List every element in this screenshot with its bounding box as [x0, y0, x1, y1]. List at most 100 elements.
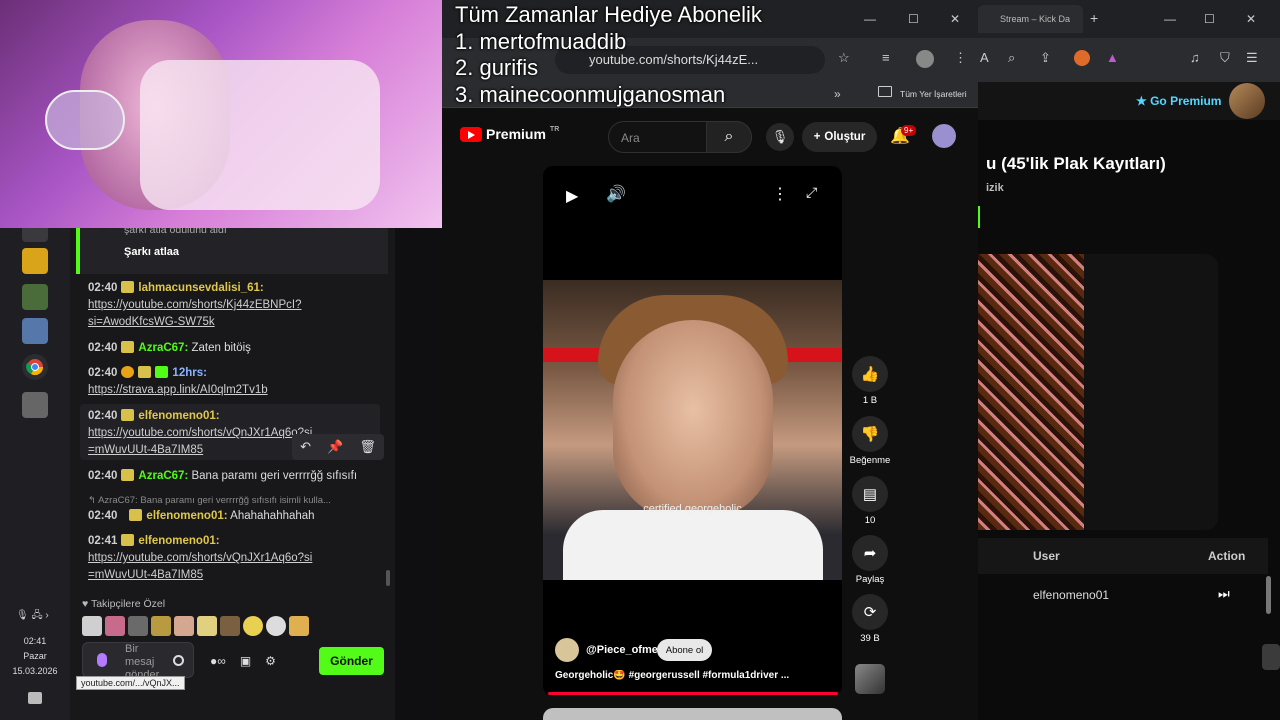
- msg-link[interactable]: https://youtube.com/shorts/vQnJXr1Aq6o?s…: [88, 550, 318, 584]
- maximize-icon[interactable]: ☐: [908, 12, 919, 26]
- youtube-avatar[interactable]: [932, 124, 956, 148]
- all-bookmarks[interactable]: Tüm Yer İşaretleri: [900, 89, 967, 99]
- share-icon[interactable]: ➦: [852, 535, 888, 571]
- create-button[interactable]: + Oluştur: [802, 122, 877, 152]
- chat-message[interactable]: 02:40 elfenomeno01: Ahahahahhahah: [88, 508, 388, 525]
- short-title[interactable]: Georgeholic🤩 #georgerussell #formula1dri…: [555, 670, 835, 681]
- msg-user[interactable]: lahmacunsevdalisi_61:: [138, 282, 263, 294]
- music-icon[interactable]: ♫: [1190, 50, 1200, 65]
- maximize-icon[interactable]: ☐: [1204, 12, 1215, 26]
- skip-icon[interactable]: ⏭: [1218, 586, 1230, 602]
- emote-icon[interactable]: [128, 616, 148, 636]
- chat-message[interactable]: 02:40 lahmacunsevdalisi_61: https://youtu…: [88, 280, 388, 331]
- channel-avatar[interactable]: [555, 638, 579, 662]
- kick-scrollbar[interactable]: [1266, 576, 1271, 614]
- zoom-icon[interactable]: ⌕: [1008, 50, 1015, 66]
- profile-icon[interactable]: [916, 50, 934, 68]
- kick-avatar[interactable]: [1229, 83, 1265, 119]
- emote-icon[interactable]: [243, 616, 263, 636]
- brave-icon[interactable]: [1074, 50, 1090, 66]
- recycle-bin-icon[interactable]: [22, 392, 48, 418]
- comment-icon[interactable]: ▤: [852, 476, 888, 512]
- taskbar-clock[interactable]: 02:41 Pazar 15.03.2026: [0, 634, 70, 679]
- share-action[interactable]: ➦ Paylaş: [848, 535, 892, 585]
- gear-icon[interactable]: ⚙: [265, 654, 276, 668]
- media-icon[interactable]: ≡: [882, 50, 890, 65]
- dislike-action[interactable]: 👎 Beğenme: [848, 416, 892, 466]
- emote-icon[interactable]: [105, 616, 125, 636]
- emote-icon[interactable]: [220, 616, 240, 636]
- sublime-icon[interactable]: [22, 248, 48, 274]
- mic-icon[interactable]: [97, 653, 107, 667]
- msg-link[interactable]: https://youtube.com/shorts/Kj44zEBNPcI?s…: [88, 299, 302, 328]
- extension-icon[interactable]: ▲: [1106, 50, 1119, 65]
- translate-icon[interactable]: A: [980, 50, 989, 65]
- search-icon[interactable]: ⌕: [706, 121, 752, 153]
- points-icon[interactable]: ●∞: [210, 654, 226, 668]
- sound-thumbnail[interactable]: [855, 664, 885, 694]
- progress-bar[interactable]: [548, 692, 838, 695]
- emoji-icon[interactable]: [173, 655, 184, 666]
- go-premium-link[interactable]: ★ Go Premium: [1136, 94, 1221, 108]
- close-icon[interactable]: ✕: [950, 12, 960, 26]
- emote-icon[interactable]: [174, 616, 194, 636]
- chat-message[interactable]: 02:40 AzraC67: Bana paramı geri verrrrğğ …: [88, 468, 388, 485]
- subscribe-button[interactable]: Abone ol: [657, 639, 712, 661]
- msg-link[interactable]: https://youtube.com/shorts/vQnJXr1Aq6o?s…: [88, 425, 318, 459]
- emote-icon[interactable]: [197, 616, 217, 636]
- volume-icon[interactable]: 🔊: [606, 184, 626, 204]
- youtube-logo[interactable]: Premium TR: [460, 126, 559, 142]
- msg-user[interactable]: 12hrs:: [172, 367, 207, 379]
- shield-icon[interactable]: ⛉: [1220, 50, 1230, 66]
- menu-icon[interactable]: ☰: [1246, 50, 1258, 66]
- store-icon[interactable]: ▣: [240, 654, 251, 668]
- chrome-icon[interactable]: [22, 354, 48, 380]
- thumbs-down-icon[interactable]: 👎: [852, 416, 888, 452]
- chat-message[interactable]: 02:40 AzraC67: Zaten bitöiş: [88, 340, 388, 357]
- pin-icon[interactable]: 📌: [327, 439, 343, 455]
- new-tab-icon[interactable]: +: [1090, 10, 1098, 26]
- chevron-right-icon[interactable]: »: [834, 87, 841, 101]
- share-icon[interactable]: ⇪: [1040, 50, 1051, 66]
- tray-icons[interactable]: 🎙 🖧 ›: [16, 608, 49, 625]
- short-video-frame[interactable]: [543, 280, 842, 580]
- chat-input[interactable]: Bir mesaj gönder: [82, 642, 194, 681]
- channel-name[interactable]: @Piece_ofme: [586, 644, 658, 656]
- voice-search-icon[interactable]: 🎙: [766, 123, 794, 151]
- notification-icon[interactable]: [28, 692, 42, 704]
- send-button[interactable]: Gönder: [319, 647, 384, 675]
- photos-icon[interactable]: [22, 284, 48, 310]
- minimize-icon[interactable]: —: [1164, 12, 1176, 26]
- msg-user[interactable]: elfenomeno01:: [138, 410, 219, 422]
- minimize-icon[interactable]: —: [864, 12, 876, 26]
- play-icon[interactable]: ▶: [566, 186, 578, 206]
- msg-user[interactable]: AzraC67:: [138, 342, 188, 354]
- next-short-preview[interactable]: [543, 708, 842, 720]
- emote-icon[interactable]: [82, 616, 102, 636]
- msg-user[interactable]: elfenomeno01:: [146, 510, 227, 522]
- fullscreen-icon[interactable]: ⤢: [806, 184, 817, 201]
- emote-icon[interactable]: [266, 616, 286, 636]
- star-icon[interactable]: ☆: [838, 50, 850, 66]
- network-icon[interactable]: [22, 318, 48, 344]
- msg-user[interactable]: elfenomeno01:: [138, 535, 219, 547]
- side-chat-icon[interactable]: [1262, 644, 1280, 670]
- chat-message[interactable]: 02:41 elfenomeno01: https://youtube.com/s…: [88, 533, 388, 584]
- thumbs-up-icon[interactable]: 👍: [852, 356, 888, 392]
- more-icon[interactable]: ⋮: [772, 184, 788, 204]
- kick-tab[interactable]: Stream – Kick Da: [978, 5, 1083, 33]
- delete-icon[interactable]: 🗑: [359, 439, 376, 455]
- reply-preview[interactable]: ↰ AzraC67: Bana paramı geri verrrrğğ sıf…: [88, 492, 388, 509]
- chat-message[interactable]: 02:40 12hrs: https://strava.app.link/AI0q…: [88, 365, 388, 399]
- msg-user[interactable]: AzraC67:: [138, 470, 188, 482]
- emote-icon[interactable]: [289, 616, 309, 636]
- close-icon[interactable]: ✕: [1246, 12, 1256, 26]
- like-action[interactable]: 👍 1 B: [848, 356, 892, 406]
- remix-action[interactable]: ⟳ 39 B: [848, 594, 892, 644]
- reply-icon[interactable]: ↶: [300, 439, 311, 455]
- menu-icon[interactable]: ⋮: [954, 50, 967, 66]
- emote-icon[interactable]: [151, 616, 171, 636]
- chat-scrollbar[interactable]: [386, 570, 390, 586]
- remix-icon[interactable]: ⟳: [852, 594, 888, 630]
- msg-link[interactable]: https://strava.app.link/AI0qlm2Tv1b: [88, 384, 268, 396]
